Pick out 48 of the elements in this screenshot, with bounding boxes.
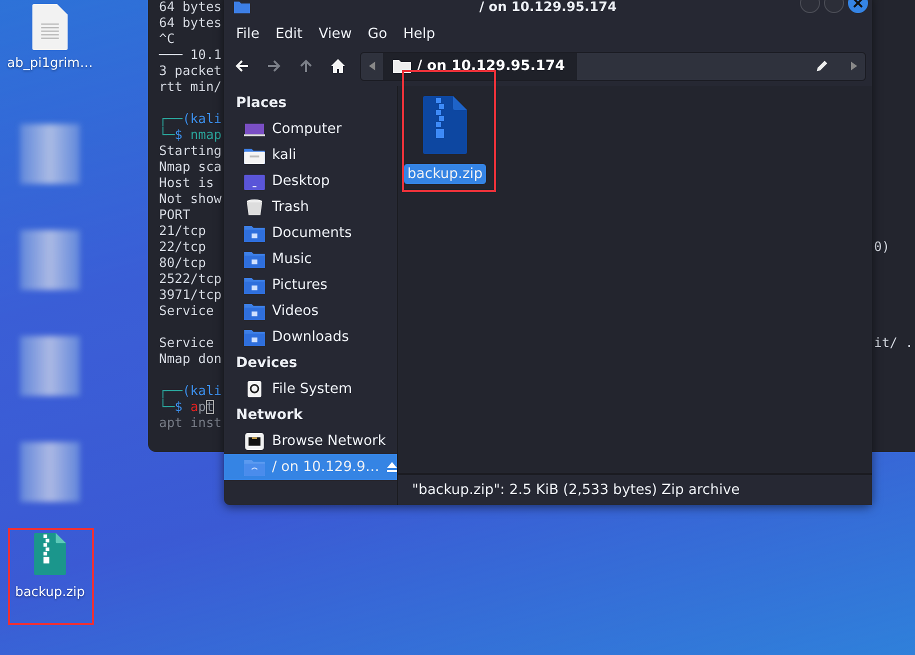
terminal-line: 0) xyxy=(874,240,890,256)
terminal-line: 64 bytes xyxy=(159,16,222,32)
sidebar-item[interactable]: File System xyxy=(224,376,397,402)
sidebar-item[interactable]: Browse Network xyxy=(224,428,397,454)
terminal-line: 3 packet xyxy=(159,64,222,80)
terminal-line: Service xyxy=(159,304,214,320)
sidebar-item[interactable]: Music xyxy=(224,246,397,272)
sidebar-item[interactable]: kali xyxy=(224,142,397,168)
file-name: ab_pi1grim… xyxy=(7,56,93,71)
terminal-line: 22/tcp xyxy=(159,240,206,256)
terminal-line: Nmap sca xyxy=(159,160,222,176)
sidebar-item[interactable]: Desktop xyxy=(224,168,397,194)
sidebar-heading: Devices xyxy=(235,354,298,373)
sidebar-item[interactable]: Trash xyxy=(224,194,397,220)
sidebar-item[interactable]: Computer xyxy=(224,116,397,142)
menu-item[interactable]: Go xyxy=(360,26,396,42)
sidebar-item[interactable]: Documents xyxy=(224,220,397,246)
terminal-line: PORT xyxy=(159,208,190,224)
status-bar: "backup.zip": 2.5 KiB (2,533 bytes) Zip archive xyxy=(398,473,872,505)
terminal-line: ─── 10.1 xyxy=(159,48,222,64)
menu-item[interactable]: File xyxy=(228,26,268,42)
terminal-line: └─$ nmap xyxy=(159,128,222,144)
menu-item[interactable]: View xyxy=(310,26,360,42)
terminal-line: 21/tcp xyxy=(159,224,206,240)
terminal-line: ┌──(kali xyxy=(159,112,222,127)
window-title: / on 10.129.95.174 xyxy=(479,0,617,14)
terminal-line: rtt min/ xyxy=(159,80,222,96)
terminal-line: it/ . xyxy=(874,336,914,352)
terminal-line: 3971/tcp xyxy=(159,288,222,304)
sidebar-heading: Places xyxy=(235,94,288,113)
menu-item[interactable]: Edit xyxy=(267,26,311,42)
sidebar-item[interactable]: Downloads xyxy=(224,324,397,350)
terminal-line: 2522/tcp xyxy=(159,272,222,288)
terminal-line: 64 bytes xyxy=(159,0,222,16)
terminal-line: Starting xyxy=(159,144,222,160)
menu-item[interactable]: Help xyxy=(395,26,444,42)
terminal-line: Not show xyxy=(159,192,222,208)
terminal-line: ^C xyxy=(159,32,175,48)
terminal-line: 80/tcp xyxy=(159,256,206,272)
terminal-line: Service xyxy=(159,336,214,352)
terminal-line: ┌──(kali xyxy=(159,384,222,399)
terminal-line: apt inst xyxy=(159,416,222,432)
sidebar-item[interactable]: Videos xyxy=(224,298,397,324)
terminal-line: Nmap don xyxy=(159,352,222,368)
file-name: backup.zip xyxy=(15,585,85,600)
sidebar-heading: Network xyxy=(235,406,304,425)
terminal-line: Host is xyxy=(159,176,214,192)
sidebar-item[interactable]: Pictures xyxy=(224,272,397,298)
